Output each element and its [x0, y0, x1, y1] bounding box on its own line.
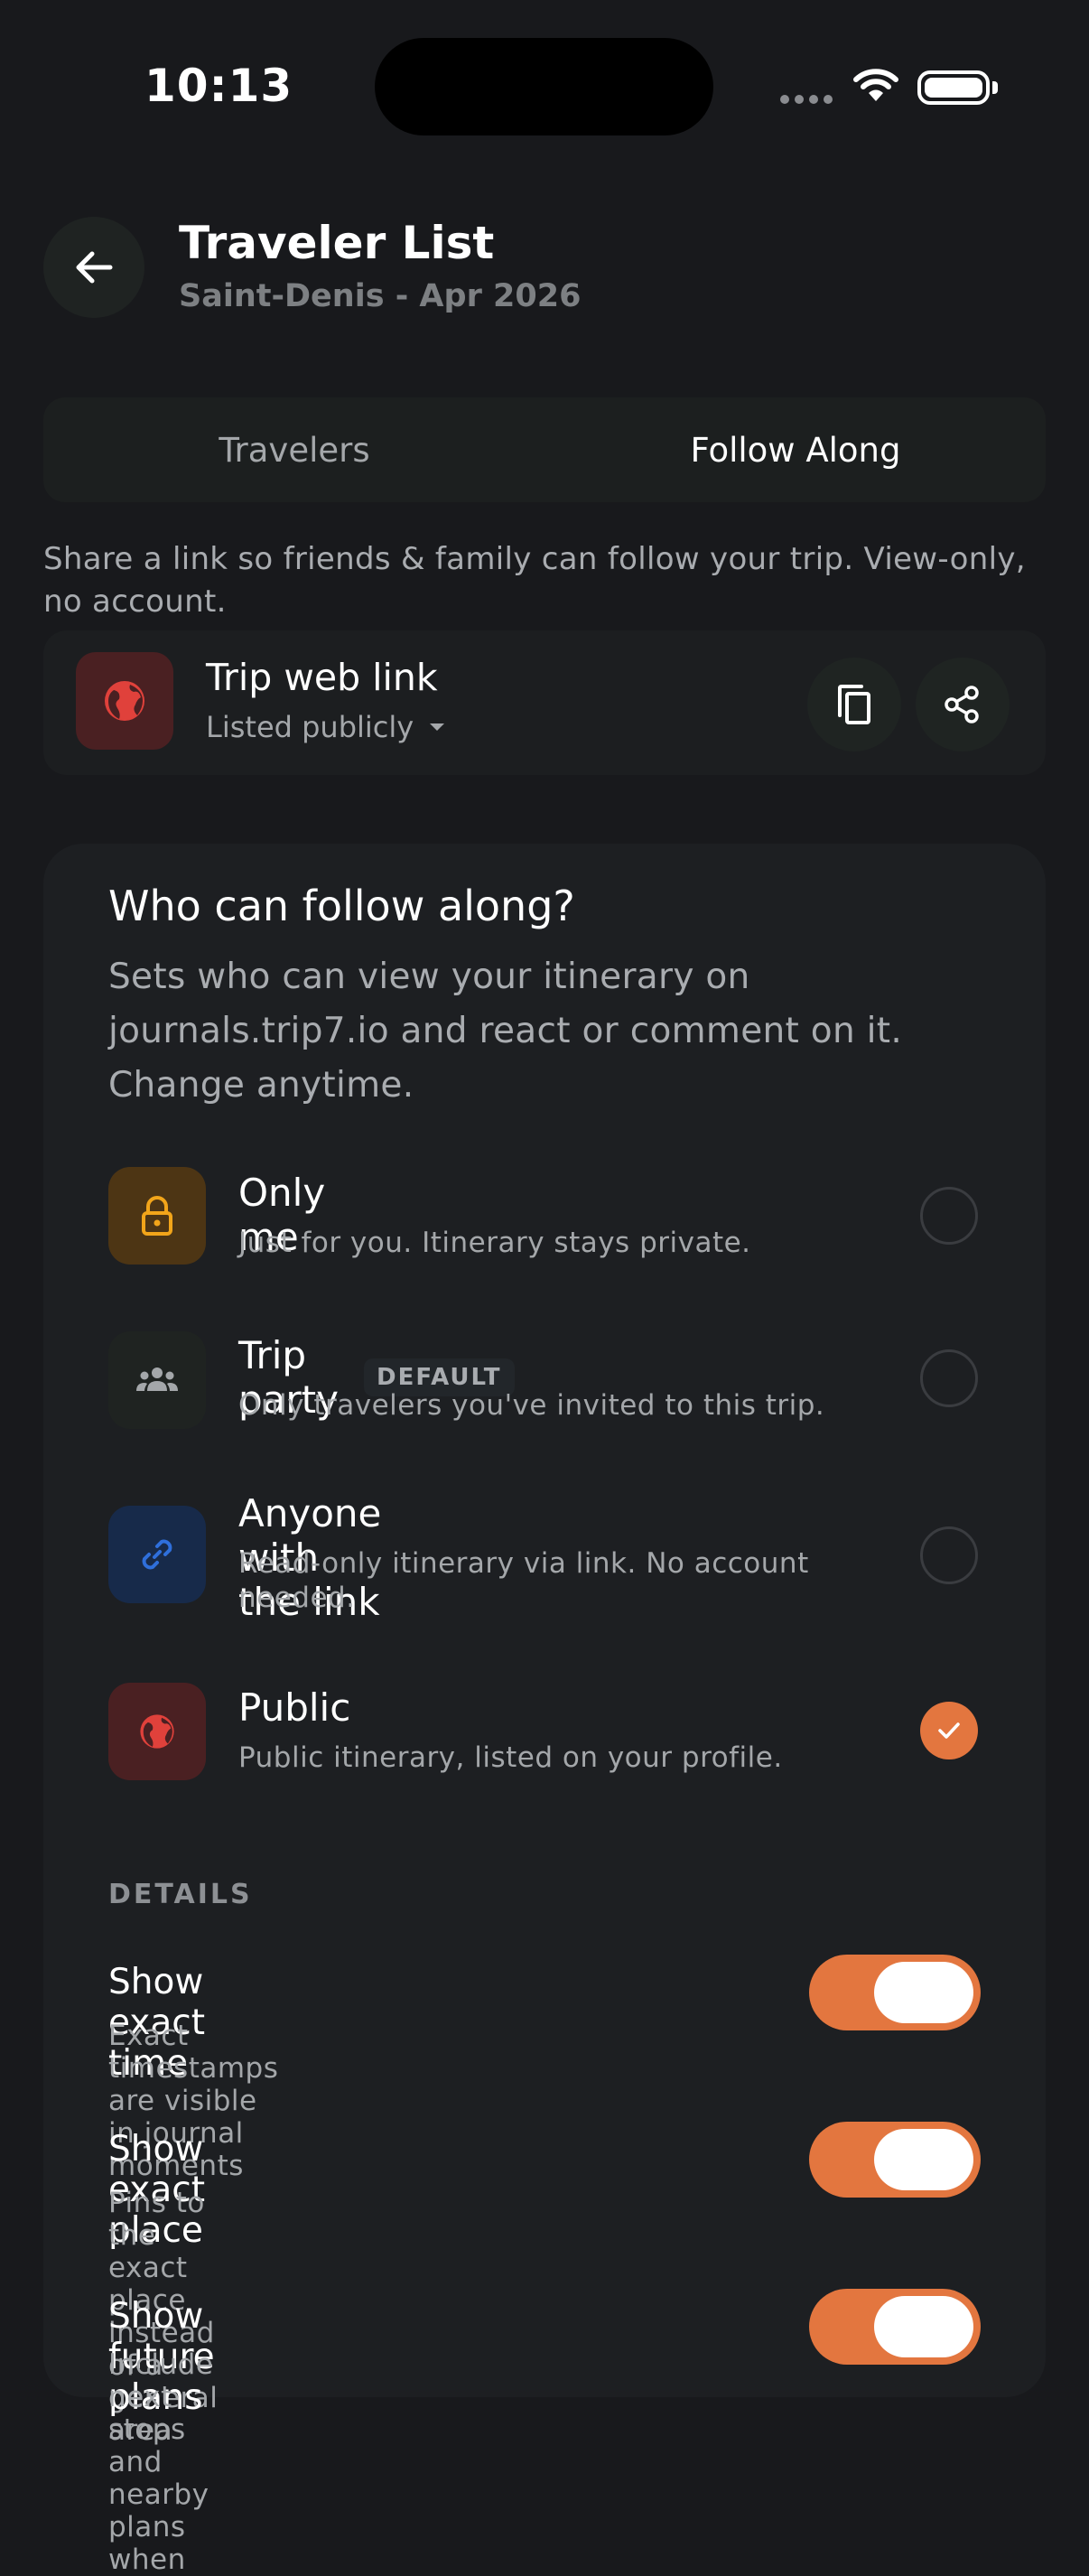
arrow-left-icon: [76, 251, 113, 284]
signal-icon: [780, 95, 833, 104]
details-heading: DETAILS: [108, 1879, 253, 1910]
option-title: Public: [238, 1685, 351, 1730]
tab-travelers[interactable]: Travelers: [43, 397, 545, 502]
battery-tip: [992, 81, 998, 94]
option-subtitle: Public itinerary, listed on your profile…: [238, 1741, 783, 1774]
option-subtitle: Read-only itinerary via link. No account…: [238, 1547, 809, 1614]
tab-bar: Travelers Follow Along: [43, 397, 1046, 502]
radio-only-me[interactable]: [920, 1187, 978, 1245]
tab-follow-along[interactable]: Follow Along: [545, 397, 1046, 502]
visibility-label: Listed publicly: [206, 710, 414, 744]
follow-title: Who can follow along?: [108, 882, 575, 930]
page-title: Traveler List: [179, 217, 495, 269]
intro-text: Share a link so friends & family can fol…: [43, 541, 1026, 620]
link-icon: [142, 1539, 172, 1570]
follow-description: Sets who can view your itinerary on jour…: [108, 957, 903, 1106]
page-subtitle: Saint-Denis - Apr 2026: [179, 278, 582, 314]
lock-icon: [142, 1196, 172, 1236]
lock-tile: [108, 1167, 206, 1265]
option-subtitle: Only travelers you've invited to this tr…: [238, 1389, 825, 1422]
option-subtitle: Just for you. Itinerary stays private.: [238, 1227, 751, 1259]
battery-icon: [917, 70, 990, 105]
globe-icon: [105, 681, 144, 721]
radio-public[interactable]: [920, 1702, 978, 1759]
toggle-subtitle: Include next stops and nearby plans when: [108, 2348, 214, 2576]
radio-anyone-with-link[interactable]: [920, 1526, 978, 1584]
dynamic-island: [375, 38, 713, 135]
link-title: Trip web link: [206, 656, 438, 699]
exact-time-toggle[interactable]: [809, 1955, 981, 2030]
visibility-dropdown[interactable]: Listed publicly: [206, 710, 446, 744]
copy-link-button[interactable]: [807, 658, 901, 751]
share-icon: [945, 686, 979, 723]
back-button[interactable]: [43, 217, 144, 318]
share-button[interactable]: [916, 658, 1010, 751]
exact-place-toggle[interactable]: [809, 2122, 981, 2198]
caret-down-icon: [430, 723, 445, 731]
link-tile: [108, 1506, 206, 1603]
globe-icon: [140, 1714, 174, 1749]
status-time: 10:13: [144, 60, 293, 112]
copy-icon: [838, 685, 870, 724]
globe-tile: [76, 652, 173, 750]
wifi-icon: [853, 69, 898, 101]
group-icon: [136, 1367, 178, 1391]
check-icon: [938, 1722, 960, 1739]
trip-web-link-card: Trip web link Listed publicly: [43, 630, 1046, 775]
radio-trip-party[interactable]: [920, 1349, 978, 1407]
group-tile: [108, 1331, 206, 1429]
future-plans-toggle[interactable]: [809, 2289, 981, 2365]
globe-tile: [108, 1683, 206, 1780]
